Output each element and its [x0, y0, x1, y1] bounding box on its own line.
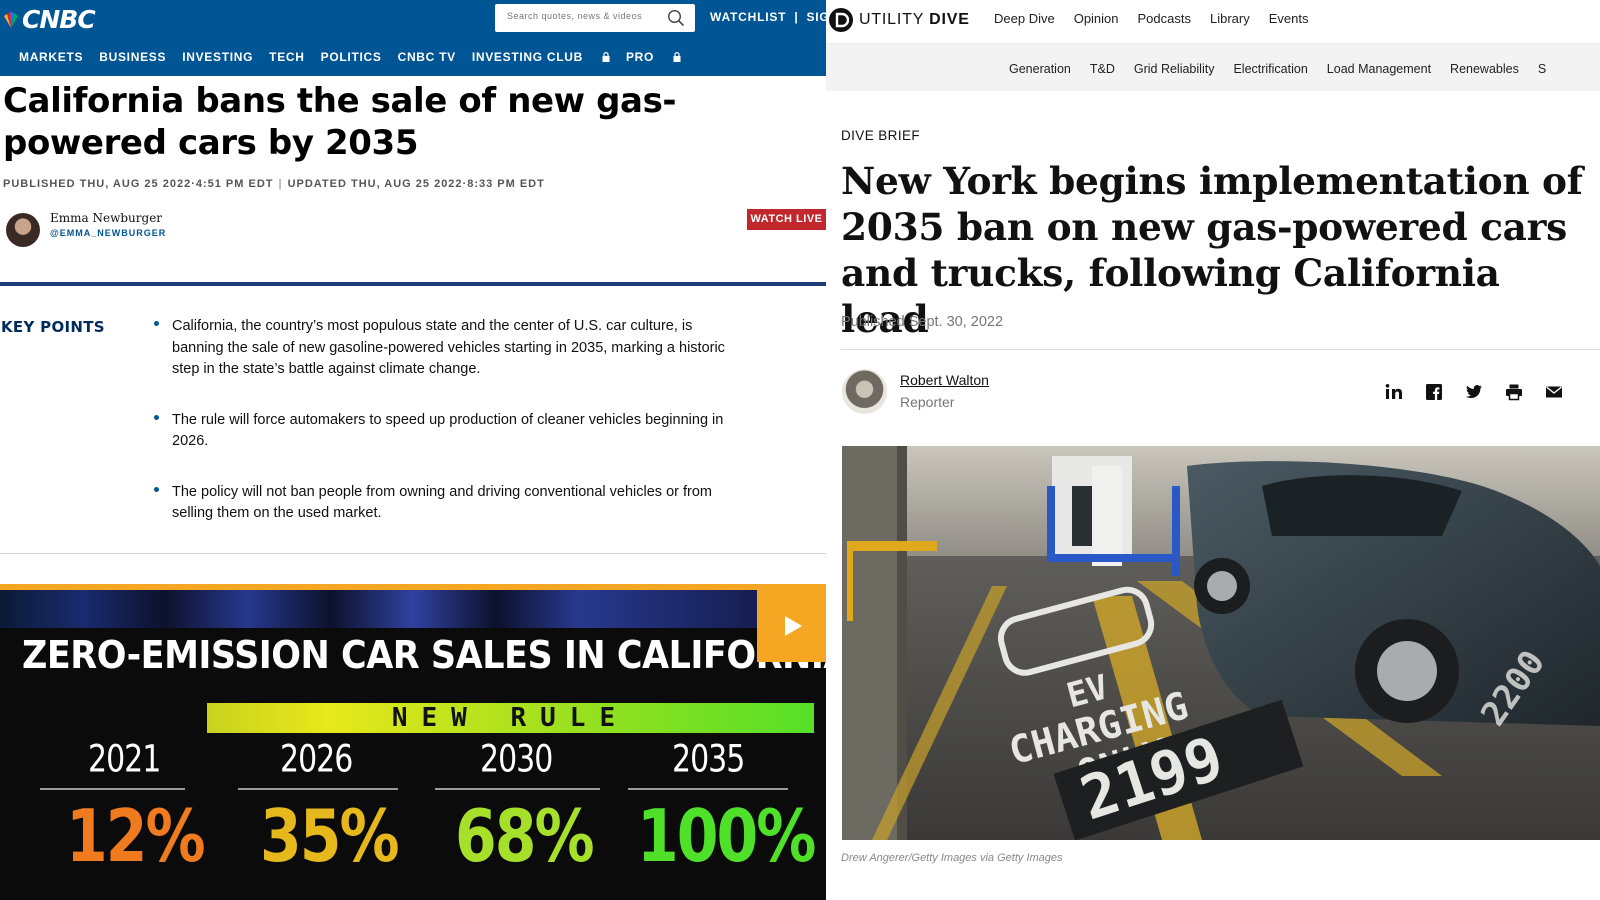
cnbc-top-links: WATCHLIST | SIG: [710, 10, 826, 24]
nav-item-investing[interactable]: INVESTING: [182, 50, 253, 64]
nav-item-investing-club[interactable]: INVESTING CLUB: [472, 50, 610, 64]
studio-lights: [0, 590, 826, 630]
year-label: 2026: [280, 737, 353, 782]
sign-in-link[interactable]: SIG: [806, 10, 826, 24]
byline-divider: [841, 349, 1600, 350]
topic-truncated[interactable]: S: [1538, 62, 1546, 76]
utility-dive-article-panel: UTILITY DIVE Deep Dive Opinion Podcasts …: [826, 0, 1600, 900]
nav-item-investing-club-label: INVESTING CLUB: [471, 50, 583, 64]
author-handle[interactable]: @EMMA_NEWBURGER: [50, 228, 166, 238]
topic-t-and-d[interactable]: T&D: [1090, 62, 1115, 76]
facebook-icon[interactable]: [1425, 383, 1443, 401]
published-date: PUBLISHED THU, AUG 25 2022·4:51 PM EDT: [3, 178, 274, 190]
key-points-list: California, the country’s most populous …: [154, 316, 744, 554]
nav-item-events[interactable]: Events: [1269, 11, 1309, 26]
author-role: Reporter: [900, 394, 955, 410]
year-label: 2030: [480, 737, 553, 782]
author-name[interactable]: Emma Newburger: [50, 211, 162, 225]
search-input[interactable]: Search quotes, news & videos: [495, 4, 695, 32]
ud-logo[interactable]: UTILITY DIVE: [828, 7, 970, 33]
article-kicker: DIVE BRIEF: [841, 128, 921, 143]
key-point: The rule will force automakers to speed …: [154, 410, 744, 453]
topic-renewables[interactable]: Renewables: [1450, 62, 1519, 76]
article-headline: California bans the sale of new gas-powe…: [3, 81, 677, 163]
ud-logo-light: UTILITY: [859, 11, 924, 28]
percent-value: 68%: [455, 795, 595, 879]
ev-charging-photo-illustration: EV CHARGING ONLY 2199 2200: [842, 446, 1600, 840]
key-points-label: KEY POINTS: [1, 318, 105, 336]
key-point: California, the country’s most populous …: [154, 316, 744, 381]
ud-header: UTILITY DIVE Deep Dive Opinion Podcasts …: [826, 0, 1600, 44]
search-placeholder: Search quotes, news & videos: [507, 11, 643, 21]
nav-item-markets[interactable]: MARKETS: [19, 50, 83, 64]
video-graphic-title: ZERO-EMISSION CAR SALES IN CALIFORNIA: [22, 634, 826, 678]
ud-main-nav: Deep Dive Opinion Podcasts Library Event…: [994, 11, 1328, 26]
top-links-separator: |: [794, 10, 799, 24]
article-dateline: PUBLISHED THU, AUG 25 2022·4:51 PM EDT | U…: [3, 178, 545, 190]
nav-item-politics[interactable]: POLITICS: [321, 50, 382, 64]
watch-live-button[interactable]: WATCH LIVE: [747, 209, 826, 230]
nav-item-pro-label: PRO: [625, 50, 655, 64]
nav-item-opinion[interactable]: Opinion: [1074, 11, 1119, 26]
nav-item-library[interactable]: Library: [1210, 11, 1250, 26]
key-point: The policy will not ban people from owni…: [154, 482, 744, 525]
cnbc-logo-text: CNBC: [22, 4, 96, 34]
lock-icon: [602, 52, 610, 62]
nav-item-tech[interactable]: TECH: [269, 50, 304, 64]
photo-caption: Drew Angerer/Getty Images via Getty Imag…: [841, 852, 1063, 864]
year-underline: [40, 788, 185, 790]
year-underline: [435, 788, 600, 790]
print-icon[interactable]: [1505, 383, 1523, 401]
percent-value: 35%: [260, 795, 400, 879]
updated-date: UPDATED THU, AUG 25 2022·8:33 PM EDT: [287, 178, 545, 190]
percent-value: 100%: [637, 795, 816, 879]
key-points-divider: [0, 553, 826, 554]
section-divider: [0, 282, 826, 286]
cnbc-logo[interactable]: CNBC: [2, 4, 96, 34]
year-label: 2021: [88, 737, 161, 782]
search-icon[interactable]: [667, 9, 685, 27]
play-button[interactable]: [757, 590, 826, 662]
email-icon[interactable]: [1545, 383, 1563, 401]
author-name[interactable]: Robert Walton: [900, 372, 989, 388]
published-date: Published Sept. 30, 2022: [841, 314, 1004, 330]
topic-grid-reliability[interactable]: Grid Reliability: [1134, 62, 1215, 76]
cnbc-article-panel: CNBC Search quotes, news & videos WATCHL…: [0, 0, 826, 900]
linkedin-icon[interactable]: [1385, 383, 1403, 401]
nav-item-cnbc-tv[interactable]: CNBC TV: [398, 50, 456, 64]
cnbc-main-nav: MARKETS BUSINESS INVESTING TECH POLITICS…: [19, 50, 697, 64]
nav-item-deep-dive[interactable]: Deep Dive: [994, 11, 1055, 26]
twitter-icon[interactable]: [1465, 383, 1483, 401]
cnbc-header: CNBC Search quotes, news & videos WATCHL…: [0, 0, 826, 76]
lock-icon: [673, 52, 681, 62]
play-icon: [785, 616, 802, 636]
new-rule-text: NEW RULE: [391, 703, 630, 733]
percent-value: 12%: [66, 795, 206, 879]
year-label: 2035: [672, 737, 745, 782]
nav-item-podcasts[interactable]: Podcasts: [1138, 11, 1191, 26]
ud-topic-nav: Generation T&D Grid Reliability Electrif…: [826, 44, 1600, 91]
new-rule-band: NEW RULE: [207, 703, 814, 733]
ud-logo-bold: DIVE: [929, 11, 970, 28]
year-underline: [628, 788, 788, 790]
video-player[interactable]: ZERO-EMISSION CAR SALES IN CALIFORNIA NE…: [0, 584, 826, 900]
author-avatar[interactable]: [842, 369, 887, 414]
article-photo: EV CHARGING ONLY 2199 2200: [842, 446, 1600, 840]
nav-item-business[interactable]: BUSINESS: [99, 50, 166, 64]
watchlist-link[interactable]: WATCHLIST: [710, 10, 786, 24]
author-avatar[interactable]: [6, 213, 40, 247]
topic-generation[interactable]: Generation: [1009, 62, 1071, 76]
year-underline: [238, 788, 398, 790]
utility-dive-logo-icon: [829, 8, 853, 32]
peacock-icon: [4, 12, 18, 28]
nav-item-pro[interactable]: PRO: [626, 50, 681, 64]
topic-load-management[interactable]: Load Management: [1327, 62, 1431, 76]
topic-electrification[interactable]: Electrification: [1233, 62, 1307, 76]
